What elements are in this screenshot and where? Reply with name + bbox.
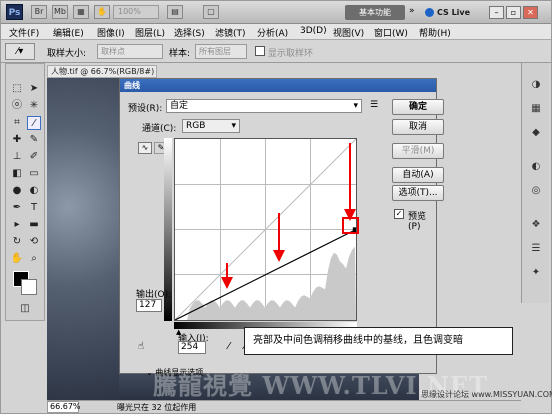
- annotation-callout: 亮部及中间色调稍移曲线中的基线，且色调变暗: [244, 327, 513, 355]
- annotation-highlight-box: [342, 217, 359, 234]
- photoshop-window: Ps Br Mb ▦ ✋ 100% ▤ ▢ 基本功能 » CS Live – ▫…: [0, 0, 552, 414]
- forum-credit: 思缘设计论坛 www.MISSYUAN.COM: [421, 390, 552, 399]
